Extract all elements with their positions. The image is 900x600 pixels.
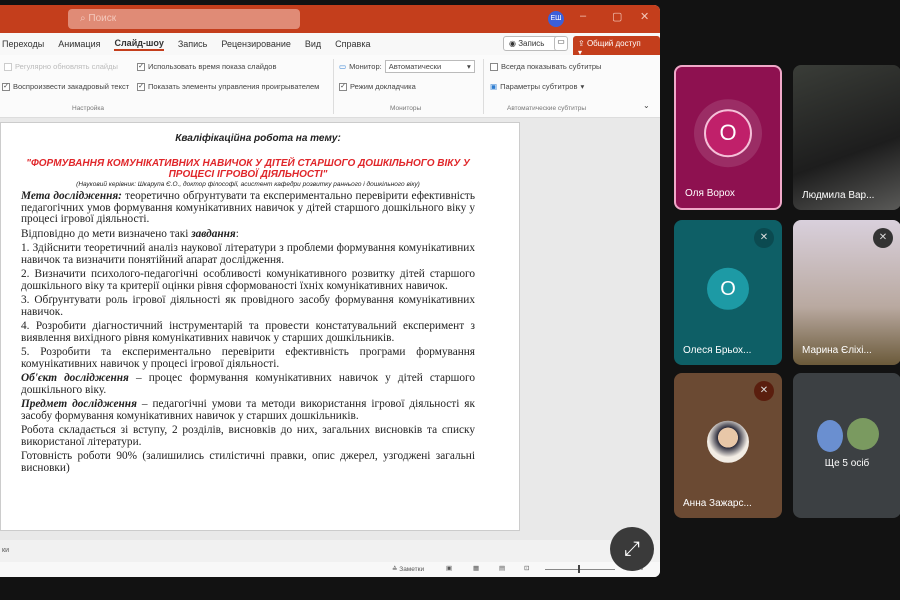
always-subtitles-checkbox[interactable]: Всегда показывать субтитры [490,62,601,71]
mic-off-icon: ✕ [873,228,893,248]
user-avatar[interactable]: ЕШ [548,11,564,27]
participant-name: Оля Ворох [685,188,735,199]
minimize-button[interactable]: – [580,10,586,22]
tab-review[interactable]: Рецензирование [221,39,291,49]
media-controls-checkbox[interactable]: ✓ Показать элементы управления проигрыват… [137,82,319,91]
group-label-captions: Автоматические субтитры [507,105,587,112]
task-item: 2. Визначити психолого-педагогічні особл… [21,268,475,292]
auto-update-checkbox[interactable]: Регулярно обновлять слайды [4,62,118,71]
tab-help[interactable]: Справка [335,39,370,49]
more-participants-label: Ще 5 осіб [824,458,870,469]
expand-icon: ⤢ [624,538,640,560]
mic-off-icon: ✕ [754,381,774,401]
more-participants-tile[interactable]: Ще 5 осіб [793,373,900,518]
structure-paragraph: Робота складається зі вступу, 2 розділів… [21,424,475,448]
notes-button[interactable]: ≙ Заметки [392,565,424,573]
collapse-ribbon-icon[interactable]: ⌄ [643,101,650,110]
slide-area: Кваліфікаційна робота на тему: "ФОРМУВАН… [0,118,660,540]
play-narrations-checkbox[interactable]: ✓ Воспроизвести закадровый текст [2,82,129,91]
monitor-select[interactable]: ▭ Монитор: Автоматически ▾ [339,60,475,73]
maximize-button[interactable]: ▢ [612,10,622,23]
task-item: 4. Розробити діагностичний інструментарі… [21,320,475,344]
avatar [707,420,749,463]
mic-off-icon: ✕ [754,228,774,248]
monitor-icon: ▭ [339,62,347,71]
tasks-intro: Відповідно до мети визначено такі завдан… [21,227,239,240]
slideshow-view-icon[interactable]: ⊡ [524,564,529,572]
close-button[interactable]: ✕ [640,10,649,23]
title-bar: ⌕ Поиск ЕШ – ▢ ✕ [0,5,660,33]
use-timings-checkbox[interactable]: ✓ Использовать время показа слайдов [137,62,276,71]
participant-name: Людмила Вар... [802,190,875,201]
task-item: 3. Обґрунтувати роль ігрової діяльності … [21,294,475,318]
object-paragraph: Об'єкт дослідження – процес формування к… [21,372,475,396]
sorter-view-icon[interactable]: ▦ [473,564,479,572]
avatar [817,420,843,452]
zoom-slider[interactable] [545,569,615,570]
tab-transitions[interactable]: Переходы [2,39,44,49]
task-item: 1. Здійснити теоретичний аналіз наукової… [21,242,475,266]
avatar [847,418,879,450]
tab-slideshow[interactable]: Слайд-шоу [114,38,164,51]
avatar: О [704,108,752,157]
participant-tile[interactable]: ✕ О Олеся Брьох... [674,220,782,365]
participant-name: Анна Зажарс... [683,498,752,509]
participant-tile[interactable]: ✕ Анна Зажарс... [674,373,782,518]
group-label-monitors: Мониторы [390,105,422,112]
slide-heading: Кваліфікаційна робота на тему: [175,133,341,144]
tab-view[interactable]: Вид [305,39,321,49]
ribbon: Регулярно обновлять слайды ✓ Воспроизвест… [0,55,660,118]
subject-paragraph: Предмет дослідження – педагогічні умови … [21,398,475,422]
participant-tile[interactable]: Людмила Вар... [793,65,900,210]
expand-button[interactable]: ⤢ [610,527,654,571]
powerpoint-window: ⌕ Поиск ЕШ – ▢ ✕ Переходы Анимация Слайд… [0,5,660,577]
subtitle-settings-button[interactable]: ▣ Параметры субтитров ▾ [490,82,584,91]
group-label-setup: Настройка [72,105,104,112]
divider [483,59,484,114]
task-item: 5. Розробити та експериментально перевір… [21,346,475,370]
aim-paragraph: Мета дослідження: теоретично обґрунтуват… [21,190,475,225]
divider [333,59,334,114]
ribbon-tabs: Переходы Анимация Слайд-шоу Запись Рецен… [0,33,660,60]
readiness-paragraph: Готовність роботи 90% (залишились стиліс… [21,450,475,474]
slide[interactable]: Кваліфікаційна робота на тему: "ФОРМУВАН… [0,122,520,531]
tab-animation[interactable]: Анимация [58,39,100,49]
tab-record[interactable]: Запись [178,39,208,49]
search-input[interactable]: ⌕ Поиск [68,9,300,29]
comments-button[interactable]: ▭ [554,36,568,51]
presenter-view-checkbox[interactable]: ✓ Режим докладчика [339,82,416,91]
chevron-down-icon: ▾ [466,62,471,71]
avatar: О [707,267,749,310]
participant-tile[interactable]: О Оля Ворох [674,65,782,210]
participant-tile[interactable]: ✕ Марина Єліхі... [793,220,900,365]
participant-name: Олеся Брьох... [683,345,752,356]
slide-title: "ФОРМУВАННЯ КОМУНІКАТИВНИХ НАВИЧОК У ДІТ… [26,158,470,180]
supervisor-note: (Науковий керівник: Шкарупа Є.О., доктор… [76,181,420,188]
notes-pane[interactable]: ки [0,540,660,562]
status-bar: ≙ Заметки ▣ ▦ ▤ ⊡ 91% [0,562,660,577]
reading-view-icon[interactable]: ▤ [499,564,505,572]
zoom-slider-thumb[interactable] [578,565,580,573]
participant-name: Марина Єліхі... [802,345,872,356]
normal-view-icon[interactable]: ▣ [446,564,452,572]
subtitles-icon: ▣ [490,82,498,91]
